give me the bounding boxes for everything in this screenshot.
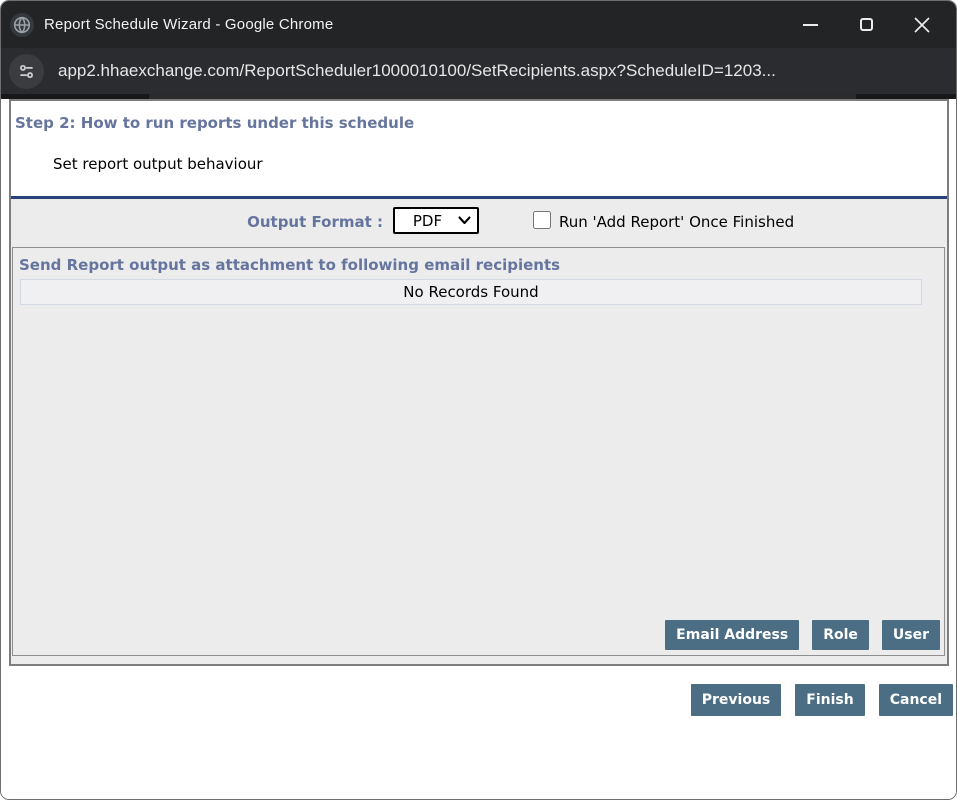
recipients-heading: Send Report output as attachment to foll…: [19, 256, 560, 274]
output-format-value: PDF: [395, 212, 458, 230]
chevron-down-icon: [458, 216, 471, 225]
previous-button[interactable]: Previous: [691, 684, 782, 716]
maximize-button[interactable]: [838, 1, 894, 48]
close-button[interactable]: [894, 1, 950, 48]
user-button[interactable]: User: [882, 620, 940, 650]
step-subtitle: Set report output behaviour: [53, 155, 263, 173]
wizard-page: Step 2: How to run reports under this sc…: [1, 99, 957, 800]
maximize-icon: [860, 18, 873, 31]
run-add-report-label[interactable]: Run 'Add Report' Once Finished: [559, 213, 794, 231]
role-button[interactable]: Role: [812, 620, 869, 650]
browser-popup-window: Report Schedule Wizard - Google Chrome: [0, 0, 957, 800]
no-records-row: No Records Found: [20, 279, 922, 305]
close-icon: [914, 17, 930, 33]
cancel-button[interactable]: Cancel: [879, 684, 953, 716]
step-header-section: Step 2: How to run reports under this sc…: [11, 101, 947, 196]
run-add-report-checkbox[interactable]: [533, 211, 551, 229]
globe-favicon-icon: [10, 13, 34, 37]
window-title: Report Schedule Wizard - Google Chrome: [44, 16, 333, 33]
output-format-row: Output Format : PDF Run 'Add Report' Onc…: [11, 199, 947, 246]
minimize-button[interactable]: [782, 1, 838, 48]
url-toolbar: app2.hhaexchange.com/ReportScheduler1000…: [1, 48, 957, 94]
tune-icon: [17, 62, 36, 81]
email-recipients-panel: Send Report output as attachment to foll…: [12, 247, 945, 656]
finish-button[interactable]: Finish: [795, 684, 864, 716]
site-settings-button[interactable]: [9, 54, 44, 89]
step-heading: Step 2: How to run reports under this sc…: [15, 114, 414, 132]
output-format-select[interactable]: PDF: [393, 207, 479, 234]
minimize-icon: [803, 24, 818, 26]
window-controls: [782, 1, 950, 48]
email-address-button[interactable]: Email Address: [665, 620, 799, 650]
wizard-step-box: Step 2: How to run reports under this sc…: [9, 99, 949, 666]
output-format-label: Output Format :: [11, 213, 383, 231]
add-recipient-buttons: Email Address Role User: [665, 620, 940, 650]
window-titlebar: Report Schedule Wizard - Google Chrome: [1, 1, 957, 48]
address-bar-url[interactable]: app2.hhaexchange.com/ReportScheduler1000…: [58, 61, 776, 81]
wizard-nav-buttons: Previous Finish Cancel: [691, 684, 953, 716]
